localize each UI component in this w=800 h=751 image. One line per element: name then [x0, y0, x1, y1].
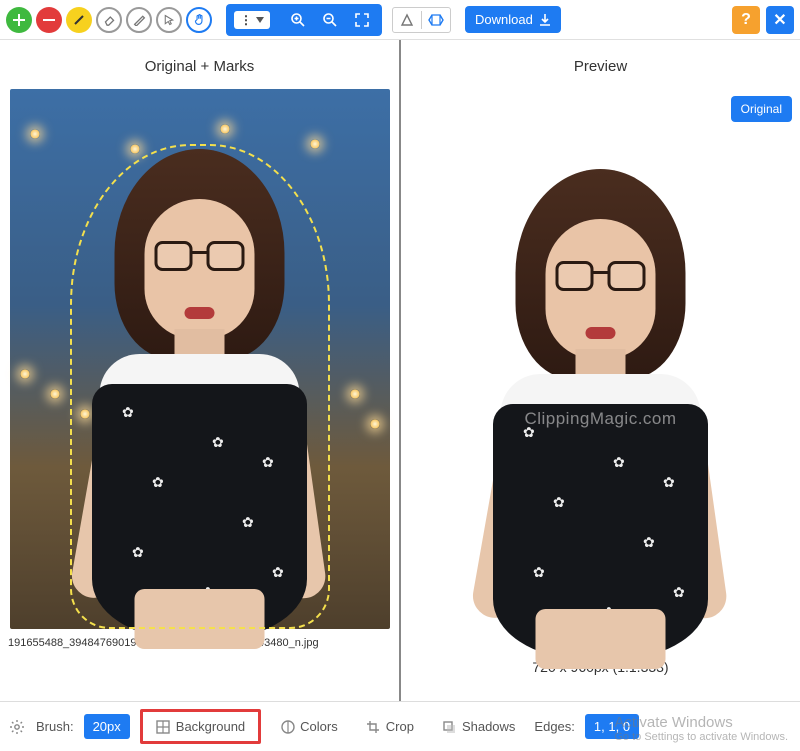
zoom-out-icon	[322, 12, 338, 28]
scene-light	[220, 124, 230, 134]
edges-value: 1, 1, 0	[594, 719, 630, 734]
fit-icon	[354, 12, 370, 28]
edges-label: Edges:	[534, 719, 574, 734]
shadows-button[interactable]: Shadows	[433, 714, 524, 739]
bottom-toolbar: Brush: 20px Background Colors Crop Shado…	[0, 701, 800, 751]
triangle-icon	[400, 13, 414, 27]
background-icon	[156, 719, 171, 734]
settings-button[interactable]	[8, 718, 26, 736]
eraser-tool[interactable]	[96, 7, 122, 33]
scalpel-icon	[133, 13, 146, 26]
chevron-down-icon	[256, 17, 264, 23]
download-button[interactable]: Download	[465, 6, 561, 33]
crop-label: Crop	[386, 719, 414, 734]
brush-size-button[interactable]: 20px	[84, 714, 130, 739]
remove-mark-tool[interactable]	[36, 7, 62, 33]
colors-button[interactable]: Colors	[271, 714, 347, 739]
original-pane: Original + Marks	[0, 40, 401, 701]
original-title: Original + Marks	[145, 58, 255, 75]
zoom-fit-button[interactable]	[350, 8, 374, 32]
windows-activation-sub: Go to Settings to activate Windows.	[614, 731, 788, 743]
windows-activation-overlay: Activate Windows Go to Settings to activ…	[614, 714, 788, 743]
crop-icon	[366, 719, 381, 734]
slash-icon	[73, 14, 85, 26]
zoom-in-button[interactable]	[286, 8, 310, 32]
close-icon: ✕	[773, 10, 786, 30]
original-canvas[interactable]: ✿✿ ✿✿ ✿✿ ✿✿	[10, 89, 390, 629]
compare-a-button[interactable]	[397, 10, 417, 30]
scalpel-tool[interactable]	[126, 7, 152, 33]
scene-light	[20, 369, 30, 379]
scene-light	[370, 419, 380, 429]
windows-activation-title: Activate Windows	[614, 714, 788, 731]
right-toolbar: ? ✕	[732, 6, 794, 34]
hand-tool[interactable]	[186, 7, 212, 33]
pointer-tool[interactable]	[156, 7, 182, 33]
subject-person-cutout: ✿✿ ✿✿ ✿✿ ✿✿	[478, 169, 723, 649]
scene-light	[310, 139, 320, 149]
compare-b-button[interactable]	[426, 10, 446, 30]
zoom-dropdown[interactable]: ⋮	[234, 11, 270, 29]
compare-icon	[428, 13, 444, 27]
plus-icon	[13, 14, 25, 26]
crop-button[interactable]: Crop	[357, 714, 423, 739]
edges-button[interactable]: 1, 1, 0	[585, 714, 639, 739]
zoom-in-icon	[290, 12, 306, 28]
help-button[interactable]: ?	[732, 6, 760, 34]
subject-person: ✿✿ ✿✿ ✿✿ ✿✿	[77, 149, 322, 629]
top-toolbar: ⋮ Download ? ✕	[0, 0, 800, 40]
scene-light	[50, 389, 60, 399]
pointer-icon	[163, 14, 175, 26]
shadows-icon	[442, 719, 457, 734]
compare-group	[392, 7, 451, 33]
colors-label: Colors	[300, 719, 338, 734]
close-button[interactable]: ✕	[766, 6, 794, 34]
scene-light	[30, 129, 40, 139]
shadows-label: Shadows	[462, 719, 515, 734]
background-highlight: Background	[140, 709, 261, 744]
preview-canvas[interactable]: ✿✿ ✿✿ ✿✿ ✿✿ ClippingMagic.com	[411, 109, 791, 649]
zoom-out-button[interactable]	[318, 8, 342, 32]
scene-light	[350, 389, 360, 399]
eraser-icon	[103, 13, 116, 26]
zoom-group: ⋮	[226, 4, 382, 36]
preview-pane: Preview Original ✿✿ ✿✿ ✿✿ ✿✿	[401, 40, 800, 701]
download-label: Download	[475, 12, 533, 27]
brush-label: Brush:	[36, 719, 74, 734]
hand-icon	[193, 13, 206, 26]
colors-icon	[280, 719, 295, 734]
download-icon	[539, 14, 551, 26]
background-label: Background	[176, 719, 245, 734]
help-label: ?	[741, 11, 751, 29]
preview-title: Preview	[574, 58, 627, 75]
add-mark-tool[interactable]	[6, 7, 32, 33]
background-button[interactable]: Background	[147, 714, 254, 739]
minus-icon	[43, 14, 55, 26]
gear-icon	[9, 719, 25, 735]
brush-size-value: 20px	[93, 719, 121, 734]
hair-tool[interactable]	[66, 7, 92, 33]
main-area: Original + Marks	[0, 40, 800, 701]
